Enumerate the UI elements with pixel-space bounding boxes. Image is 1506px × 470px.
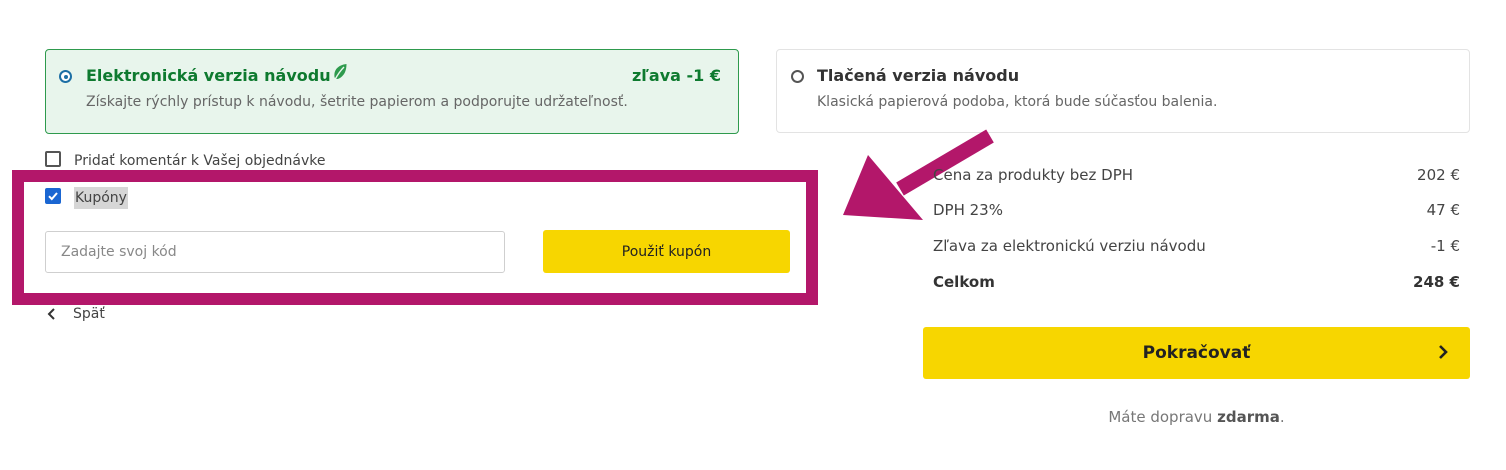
option-printed-description: Klasická papierová podoba, ktorá bude sú…: [817, 94, 1218, 110]
radio-unselected[interactable]: [791, 70, 804, 83]
summary-row-value: -1 €: [1430, 237, 1460, 255]
summary-total-value: 248 €: [1413, 273, 1460, 291]
option-electronic-discount: zľava -1 €: [631, 66, 721, 85]
summary-row-vat: DPH 23% 47 €: [933, 201, 1460, 223]
check-icon: [48, 192, 58, 201]
summary-row-value: 202 €: [1417, 166, 1460, 184]
summary-row-discount: Zľava za elektronickú verziu návodu -1 €: [933, 237, 1460, 259]
summary-total-label: Celkom: [933, 273, 995, 291]
summary-row-label: Cena za produkty bez DPH: [933, 166, 1134, 184]
continue-button-label: Pokračovať: [1142, 343, 1251, 363]
shipping-note-emphasis: zdarma: [1217, 408, 1280, 426]
shipping-note-prefix: Máte dopravu: [1108, 408, 1213, 426]
apply-coupon-button[interactable]: Použiť kupón: [543, 230, 790, 273]
summary-row-total: Celkom 248 €: [933, 273, 1460, 295]
summary-row-products: Cena za produkty bez DPH 202 €: [933, 166, 1460, 188]
shipping-note-suffix: .: [1279, 408, 1285, 426]
coupons-checkbox-label[interactable]: Kupóny: [74, 187, 128, 209]
continue-button[interactable]: Pokračovať: [923, 327, 1470, 379]
comment-checkbox[interactable]: [45, 151, 61, 167]
free-shipping-note: Máte dopravu zdarma.: [923, 408, 1470, 426]
chevron-left-icon: [47, 308, 55, 320]
summary-row-label: DPH 23%: [933, 201, 1003, 219]
coupons-checkbox[interactable]: [45, 188, 61, 204]
comment-checkbox-label[interactable]: Pridať komentár k Vašej objednávke: [74, 153, 326, 169]
back-link[interactable]: Späť: [45, 305, 105, 323]
option-printed-title: Tlačená verzia návodu: [817, 66, 1020, 85]
option-electronic-description: Získajte rýchly prístup k návodu, šetrit…: [86, 94, 628, 110]
radio-selected[interactable]: [59, 70, 72, 83]
option-electronic-title: Elektronická verzia návodu: [86, 66, 331, 85]
leaf-icon: [334, 64, 347, 80]
summary-row-value: 47 €: [1426, 201, 1460, 219]
chevron-right-icon: [1439, 345, 1448, 359]
option-printed-manual[interactable]: Tlačená verzia návodu Klasická papierová…: [776, 49, 1470, 133]
coupon-code-input[interactable]: [45, 231, 505, 273]
summary-row-label: Zľava za elektronickú verziu návodu: [933, 237, 1206, 255]
option-electronic-manual[interactable]: Elektronická verzia návodu zľava -1 € Zí…: [45, 49, 739, 134]
back-link-label: Späť: [73, 306, 105, 322]
